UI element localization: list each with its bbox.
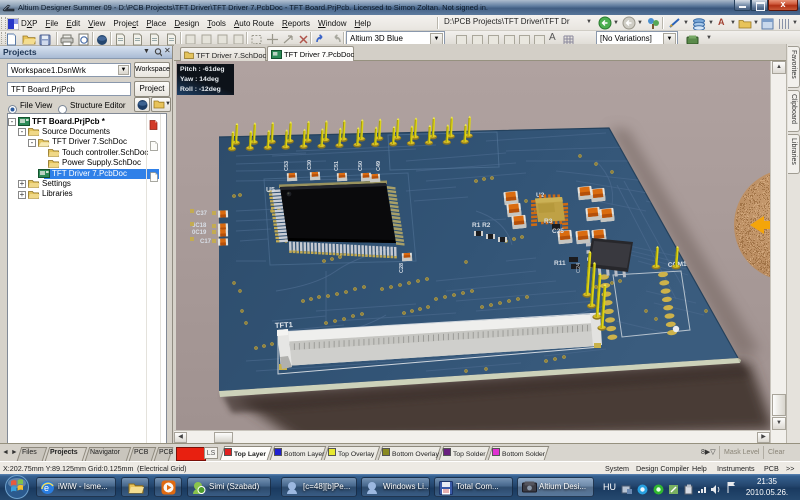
svg-text:R3: R3 (544, 218, 553, 225)
svg-text:R1 R2: R1 R2 (472, 222, 491, 229)
svg-text:C28: C28 (399, 263, 405, 273)
svg-text:0C19: 0C19 (192, 230, 207, 236)
svg-text:C49: C49 (376, 161, 382, 171)
svg-text:C30: C30 (307, 160, 313, 170)
svg-text:U5: U5 (266, 187, 275, 194)
svg-text:C53: C53 (284, 161, 290, 171)
svg-text:R11: R11 (554, 260, 566, 267)
svg-text:C50: C50 (358, 161, 364, 171)
svg-text:C37: C37 (196, 211, 208, 217)
svg-text:6C18: 6C18 (192, 223, 207, 229)
svg-text:C17: C17 (200, 239, 212, 245)
svg-text:C51: C51 (334, 161, 340, 171)
svg-text:TFT1: TFT1 (275, 320, 293, 330)
svg-text:e: e (44, 483, 49, 493)
svg-text:C25: C25 (552, 228, 564, 235)
svg-text:C24: C24 (576, 263, 582, 273)
